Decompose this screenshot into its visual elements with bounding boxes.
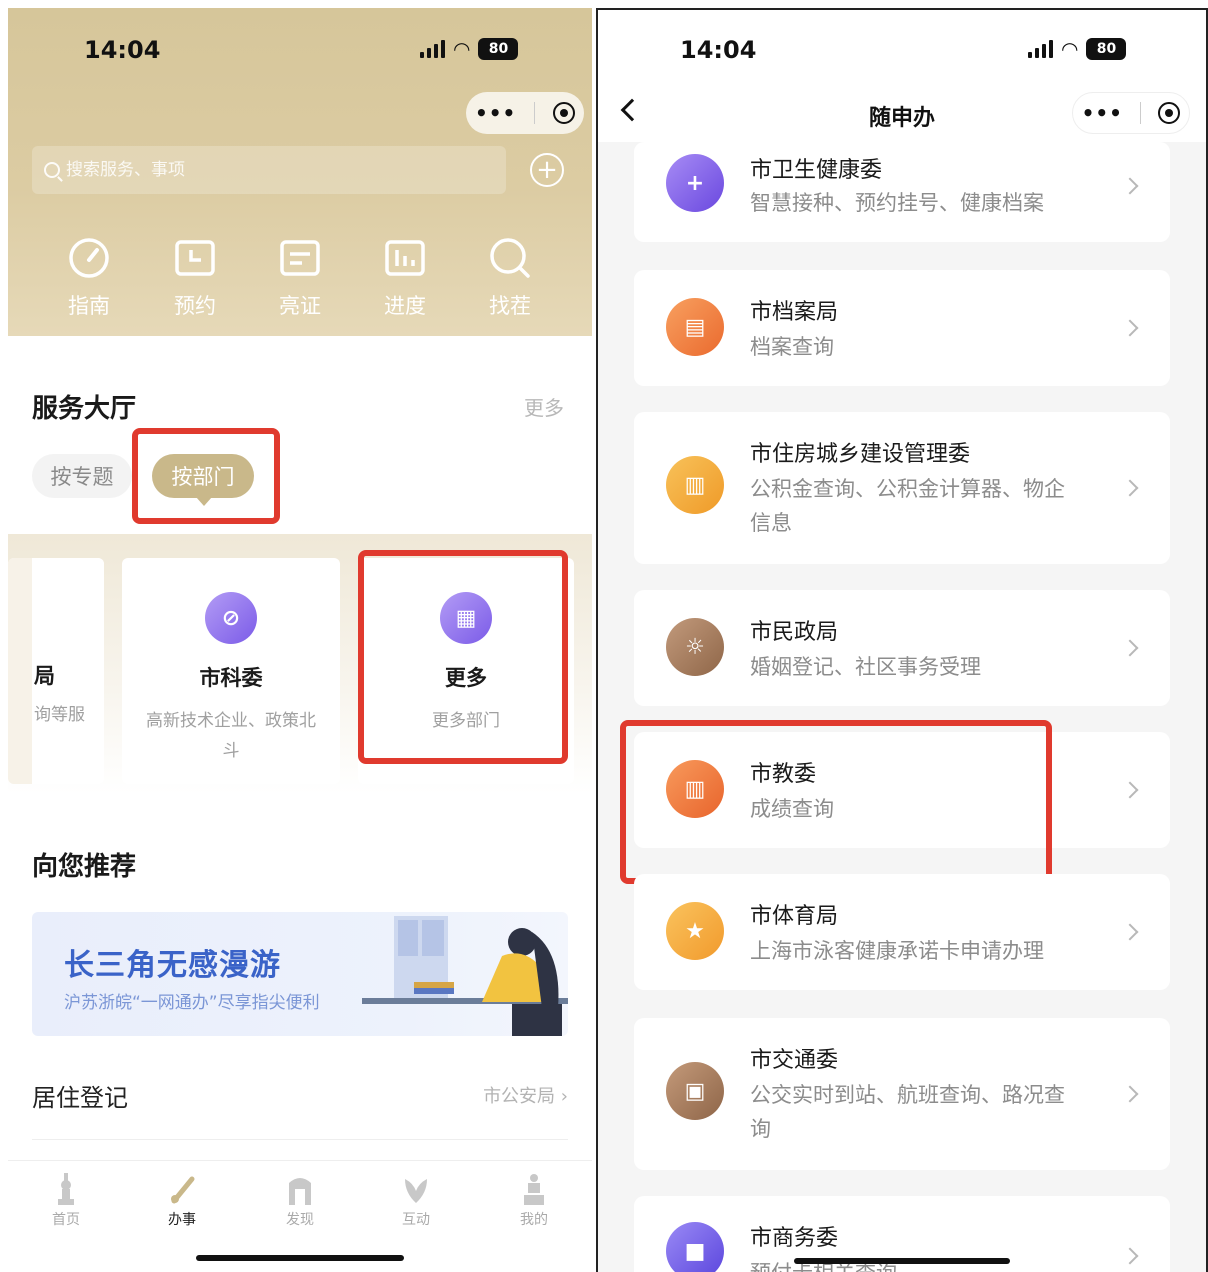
- department-row-health[interactable]: + 市卫生健康委 智慧接种、预约挂号、健康档案: [634, 142, 1170, 242]
- quick-action-show-license[interactable]: 亮证: [265, 236, 335, 320]
- department-row-transport[interactable]: ▣ 市交通委 公交实时到站、航班查询、路况查询: [634, 1018, 1170, 1170]
- pagoda-icon: [494, 1173, 574, 1205]
- quick-action-appointment[interactable]: 预约: [160, 236, 230, 320]
- more-dots-icon[interactable]: •••: [475, 101, 516, 125]
- department-row-archives[interactable]: ▤ 市档案局 档案查询: [634, 270, 1170, 386]
- mini-program-capsule: •••: [1072, 92, 1190, 134]
- signal-icon: [420, 40, 445, 58]
- community-icon: ☼: [666, 618, 724, 676]
- tab-discover[interactable]: 发现: [260, 1173, 340, 1229]
- tab-mine[interactable]: 我的: [494, 1173, 574, 1229]
- card-icon: [278, 236, 322, 280]
- highlight-box-more-card: [358, 550, 568, 764]
- tab-by-topic[interactable]: 按专题: [32, 454, 132, 498]
- residence-title: 居住登记: [32, 1084, 128, 1112]
- chevron-right-icon: [1121, 1085, 1139, 1103]
- chevron-right-icon: [1121, 923, 1139, 941]
- wifi-icon: ◠: [453, 37, 471, 61]
- right-phone-screen: 14:04 ◠ 80 随申办 ••• + 市卫生健康委 智慧接种、预约挂号、健康…: [596, 8, 1208, 1272]
- bar-chart-icon: [383, 236, 427, 280]
- residence-registration-row[interactable]: 居住登记 市公安局 ›: [32, 1068, 568, 1140]
- home-indicator: [794, 1258, 1010, 1264]
- bottom-tab-bar: 首页 办事 发现 互动 我的: [8, 1160, 592, 1272]
- status-icons: ◠ 80: [420, 37, 519, 61]
- building-icon: ▥: [666, 456, 724, 514]
- quick-action-progress[interactable]: 进度: [370, 236, 440, 320]
- mini-program-capsule: •••: [466, 92, 584, 134]
- close-target-icon[interactable]: [553, 102, 576, 124]
- tab-services[interactable]: 办事: [142, 1173, 222, 1229]
- status-time: 14:04: [84, 36, 161, 64]
- banner-subtitle: 沪苏浙皖“一网通办”尽享指尖便利: [64, 993, 320, 1013]
- department-card-desc: 高新技术企业、政策北斗: [146, 711, 316, 761]
- battery-indicator: 80: [1086, 38, 1127, 60]
- science-icon: ⊘: [205, 592, 257, 644]
- add-button[interactable]: +: [530, 153, 564, 187]
- search-icon: [44, 162, 60, 178]
- service-hall-more-link[interactable]: 更多: [524, 392, 564, 421]
- search-bar[interactable]: [32, 146, 506, 194]
- department-row-civil-affairs[interactable]: ☼ 市民政局 婚姻登记、社区事务受理: [634, 590, 1170, 706]
- folder-icon: ▤: [666, 298, 724, 356]
- chevron-right-icon: [1121, 177, 1139, 195]
- quick-action-feedback[interactable]: 找茬: [475, 236, 545, 320]
- chevron-right-icon: [1121, 781, 1139, 799]
- signal-icon: [1028, 40, 1053, 58]
- status-time: 14:04: [680, 36, 757, 64]
- wifi-icon: ◠: [1061, 37, 1079, 61]
- department-card-name: 局: [34, 664, 55, 688]
- residence-source: 市公安局: [483, 1086, 556, 1107]
- tab-home[interactable]: 首页: [26, 1173, 106, 1229]
- bus-icon: ▣: [666, 1062, 724, 1120]
- department-row-housing[interactable]: ▥ 市住房城乡建设管理委 公积金查询、公积金计算器、物企信息: [634, 412, 1170, 564]
- search-input[interactable]: [66, 160, 446, 180]
- department-card-science[interactable]: ⊘ 市科委 高新技术企业、政策北斗: [122, 558, 340, 784]
- department-card-desc: 询等服: [34, 705, 85, 725]
- gate-icon: [260, 1173, 340, 1205]
- status-icons: ◠ 80: [1028, 37, 1127, 61]
- department-card-partial[interactable]: 局 询等服: [8, 558, 104, 784]
- chevron-right-icon: [1121, 479, 1139, 497]
- gauge-icon: [67, 236, 111, 280]
- calendar-icon: [173, 236, 217, 280]
- department-card-name: 市科委: [199, 666, 263, 690]
- brush-icon: [142, 1173, 222, 1205]
- tab-interact[interactable]: 互动: [376, 1173, 456, 1229]
- chevron-right-icon: [1121, 319, 1139, 337]
- home-tower-icon: [26, 1173, 106, 1205]
- banner-title: 长三角无感漫游: [64, 948, 281, 983]
- chevron-right-icon: [1121, 1247, 1139, 1265]
- chevron-right-icon: [1121, 639, 1139, 657]
- more-dots-icon[interactable]: •••: [1082, 101, 1123, 125]
- close-target-icon[interactable]: [1158, 102, 1181, 124]
- magnolia-icon: [376, 1173, 456, 1205]
- promo-banner[interactable]: 长三角无感漫游 沪苏浙皖“一网通办”尽享指尖便利: [32, 912, 568, 1036]
- battery-indicator: 80: [478, 38, 519, 60]
- highlight-box-department-tab: [132, 428, 280, 524]
- recommend-title: 向您推荐: [32, 852, 137, 882]
- briefcase-icon: ■: [666, 1222, 724, 1272]
- department-row-sports[interactable]: ★ 市体育局 上海市泳客健康承诺卡申请办理: [634, 874, 1170, 990]
- runner-icon: ★: [666, 902, 724, 960]
- highlight-box-education: [620, 720, 1052, 884]
- chevron-right-icon: ›: [560, 1086, 568, 1107]
- home-indicator: [196, 1255, 404, 1261]
- banner-illustration: [362, 916, 568, 1036]
- left-phone-screen: 14:04 ◠ 80 ••• + 指南 预约 亮证 进度: [8, 8, 592, 1272]
- service-hall-title: 服务大厅: [32, 394, 137, 424]
- medical-cross-icon: +: [666, 154, 724, 212]
- quick-action-guide[interactable]: 指南: [54, 236, 124, 320]
- search-icon: [488, 236, 532, 280]
